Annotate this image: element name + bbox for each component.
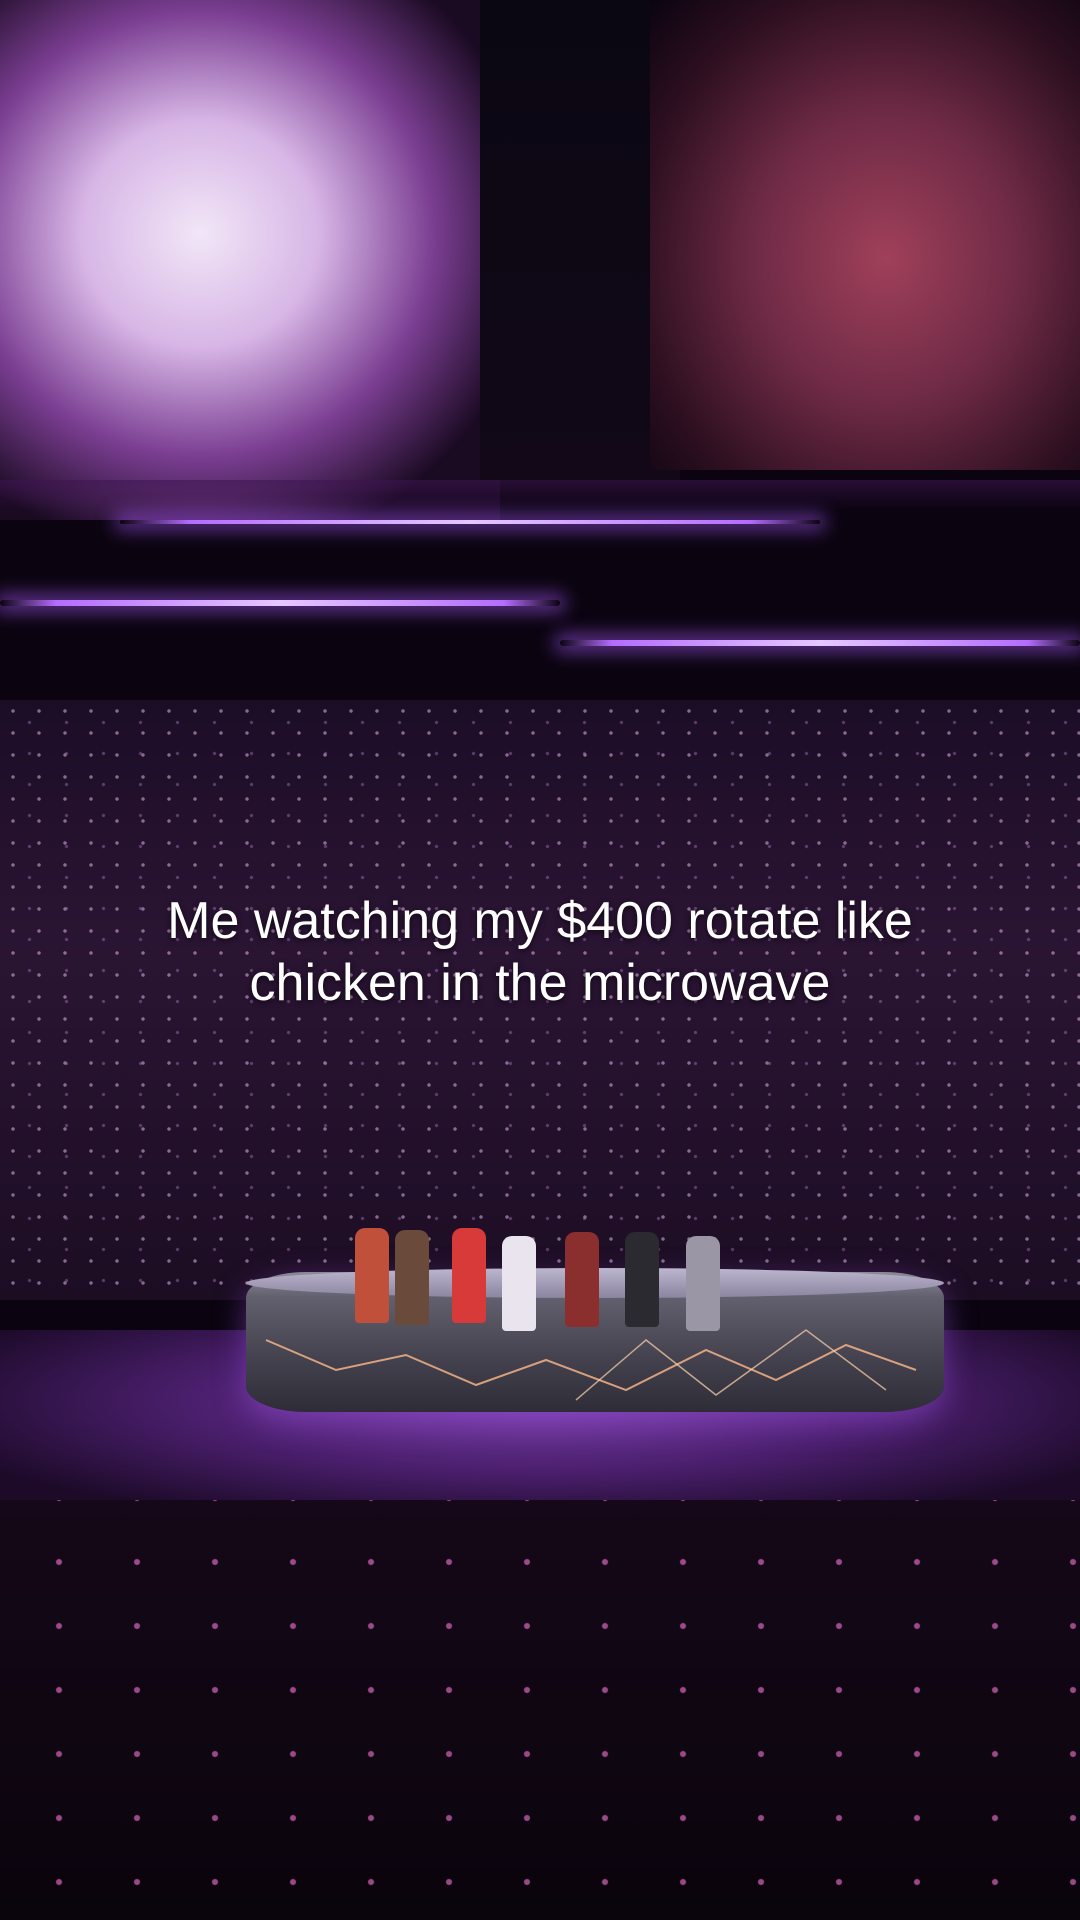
- right-video-screen: [650, 0, 1080, 470]
- performer: [686, 1236, 720, 1331]
- performer: [625, 1232, 659, 1327]
- light-rig: [560, 640, 1080, 646]
- light-rig: [120, 520, 820, 524]
- concert-scene: Me watching my $400 rotate like chicken …: [0, 0, 1080, 1920]
- performer: [355, 1228, 389, 1323]
- performer: [395, 1230, 429, 1325]
- performer: [452, 1228, 486, 1323]
- caption-overlay: Me watching my $400 rotate like chicken …: [60, 890, 1020, 1014]
- lightstick-dots-lower: [0, 1500, 1080, 1920]
- caption-line-1: Me watching my $400 rotate like: [167, 892, 913, 950]
- caption-line-2: chicken in the microwave: [249, 954, 831, 1012]
- light-rig: [0, 600, 560, 606]
- screen-edge-glow: [0, 480, 1080, 510]
- lower-crowd: [0, 1500, 1080, 1920]
- left-video-screen: [0, 0, 500, 520]
- performer: [502, 1236, 536, 1331]
- performer: [565, 1232, 599, 1327]
